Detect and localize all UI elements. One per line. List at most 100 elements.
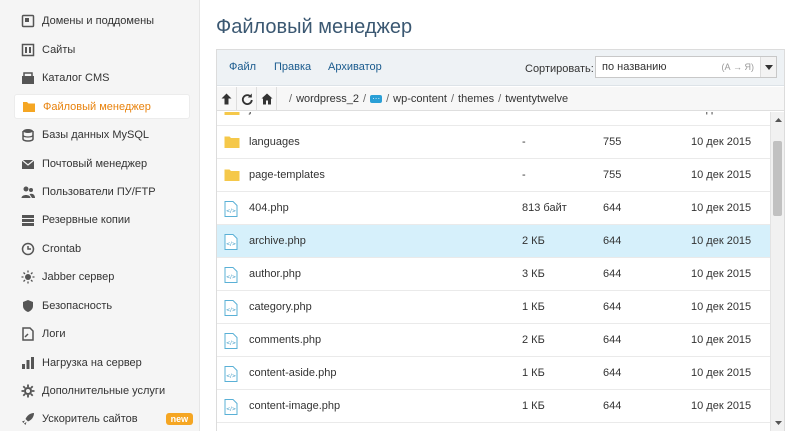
extra-services-icon xyxy=(20,383,35,398)
breadcrumb-wp-content[interactable]: wp-content xyxy=(393,93,447,105)
sidebar-item-label: Jabber сервер xyxy=(42,270,115,283)
sidebar-item-sites[interactable]: Сайты xyxy=(14,37,190,62)
file-row[interactable]: page-templates - 755 10 дек 2015 xyxy=(217,159,770,192)
menu-edit[interactable]: Правка xyxy=(274,61,311,73)
sort-direction-hint: (А → Я) xyxy=(721,62,755,72)
path-bar: / wordpress_2 / ··· / wp-content / theme… xyxy=(217,87,784,111)
breadcrumb-current[interactable]: twentytwelve xyxy=(505,93,568,105)
scroll-up-icon[interactable] xyxy=(771,114,785,126)
file-row[interactable]: </> content-aside.php 1 КБ 644 10 дек 20… xyxy=(217,357,770,390)
toolbar: Файл Правка Архиватор Сортировать: по на… xyxy=(217,50,784,86)
breadcrumb: / wordpress_2 / ··· / wp-content / theme… xyxy=(285,93,568,105)
php-file-icon: </> xyxy=(224,267,240,283)
sidebar-item-extra-services[interactable]: Дополнительные услуги xyxy=(14,378,190,403)
jabber-icon xyxy=(20,269,35,284)
sidebar-item-file-manager[interactable]: Файловый менеджер xyxy=(14,94,190,119)
folder-icon xyxy=(224,135,240,150)
file-permissions: 644 xyxy=(603,202,622,214)
file-row[interactable]: </> content-image.php 1 КБ 644 10 дек 20… xyxy=(217,390,770,423)
users-icon xyxy=(20,184,35,199)
sidebar-item-domains[interactable]: Домены и поддомены xyxy=(14,8,190,33)
vertical-scrollbar[interactable] xyxy=(770,112,784,431)
refresh-icon[interactable] xyxy=(237,87,257,110)
sidebar-item-label: Базы данных MySQL xyxy=(42,128,150,141)
sidebar-item-label: Сайты xyxy=(42,43,76,56)
path-separator: / xyxy=(386,92,390,105)
sidebar-item-security[interactable]: Безопасность xyxy=(14,293,190,318)
file-row[interactable]: </> comments.php 2 КБ 644 10 дек 2015 xyxy=(217,324,770,357)
file-row[interactable]: </> category.php 1 КБ 644 10 дек 2015 xyxy=(217,291,770,324)
file-name: archive.php xyxy=(249,235,306,247)
file-size: 1 КБ xyxy=(522,301,545,313)
folder-icon xyxy=(21,99,36,114)
sidebar-item-cms-catalog[interactable]: Каталог CMS xyxy=(14,65,190,90)
svg-text:</>: </> xyxy=(226,341,236,347)
file-row-selected[interactable]: </> archive.php 2 КБ 644 10 дек 2015 xyxy=(217,225,770,258)
file-permissions: 644 xyxy=(603,400,622,412)
file-list: js - 755 10 дек 2015 languages - 755 10 … xyxy=(217,112,770,431)
breadcrumb-themes[interactable]: themes xyxy=(458,93,494,105)
database-icon xyxy=(20,127,35,142)
sidebar-item-logs[interactable]: Логи xyxy=(14,321,190,346)
sidebar-item-jabber[interactable]: Jabber сервер xyxy=(14,264,190,289)
chart-icon xyxy=(20,355,35,370)
file-size: 2 КБ xyxy=(522,334,545,346)
sort-value: по названию xyxy=(602,61,667,73)
file-permissions: 644 xyxy=(603,301,622,313)
folder-icon xyxy=(224,112,240,117)
file-permissions: 644 xyxy=(603,334,622,346)
sidebar-item-label: Домены и поддомены xyxy=(42,14,155,27)
file-row[interactable]: </> 404.php 813 байт 644 10 дек 2015 xyxy=(217,192,770,225)
sidebar-item-site-accelerator[interactable]: Ускоритель сайтов new xyxy=(14,406,194,431)
file-name: comments.php xyxy=(249,334,322,346)
file-size: - xyxy=(522,169,526,181)
file-permissions: 755 xyxy=(603,136,622,148)
new-badge: new xyxy=(165,412,194,425)
sidebar-item-backups[interactable]: Резервные копии xyxy=(14,207,190,232)
path-separator: / xyxy=(498,92,502,105)
file-permissions: 755 xyxy=(603,112,621,126)
chevron-down-icon[interactable] xyxy=(760,57,776,77)
menu-archiver[interactable]: Архиватор xyxy=(328,61,382,73)
file-name: content-aside.php xyxy=(249,367,337,379)
file-date: 10 дек 2015 xyxy=(691,136,752,148)
file-row[interactable]: </> author.php 3 КБ 644 10 дек 2015 xyxy=(217,258,770,291)
file-name: js xyxy=(249,112,257,126)
sidebar-item-server-load[interactable]: Нагрузка на сервер xyxy=(14,350,190,375)
path-separator: / xyxy=(450,92,455,105)
scrollbar-thumb[interactable] xyxy=(773,141,782,216)
file-permissions: 644 xyxy=(603,268,622,280)
file-name: page-templates xyxy=(249,169,325,181)
sidebar-item-label: Дополнительные услуги xyxy=(42,384,166,397)
file-date: 10 дек 2015 xyxy=(691,169,752,181)
sidebar-item-label: Ускоритель сайтов xyxy=(42,412,138,425)
file-name: author.php xyxy=(249,268,301,280)
sidebar-item-label: Безопасность xyxy=(42,299,113,312)
sidebar-item-crontab[interactable]: Crontab xyxy=(14,236,190,261)
svg-text:</>: </> xyxy=(226,308,236,314)
up-arrow-icon[interactable] xyxy=(217,87,237,110)
svg-text:</>: </> xyxy=(226,242,236,248)
sidebar-item-mail[interactable]: Почтовый менеджер xyxy=(14,151,190,176)
file-row[interactable]: js - 755 10 дек 2015 xyxy=(217,112,770,126)
sort-label: Сортировать: xyxy=(525,63,594,75)
breadcrumb-collapsed[interactable]: ··· xyxy=(370,94,383,103)
file-row[interactable]: languages - 755 10 дек 2015 xyxy=(217,126,770,159)
file-date: 10 дек 2015 xyxy=(691,367,752,379)
sidebar-item-mysql[interactable]: Базы данных MySQL xyxy=(14,122,190,147)
svg-text:</>: </> xyxy=(226,407,236,413)
path-separator: / xyxy=(363,92,367,105)
file-date: 10 дек 2015 xyxy=(691,400,752,412)
php-file-icon: </> xyxy=(224,201,240,217)
sort-select[interactable]: по названию (А → Я) xyxy=(595,56,777,78)
breadcrumb-root[interactable]: wordpress_2 xyxy=(296,93,359,105)
file-size: - xyxy=(522,136,526,148)
menu-file[interactable]: Файл xyxy=(229,61,256,73)
sidebar-item-users[interactable]: Пользователи ПУ/FTP xyxy=(14,179,190,204)
scroll-down-icon[interactable] xyxy=(771,417,785,429)
home-icon[interactable] xyxy=(257,87,277,110)
sidebar-item-label: Файловый менеджер xyxy=(43,100,151,113)
sidebar-item-label: Каталог CMS xyxy=(42,71,110,84)
page-title: Файловый менеджер xyxy=(216,16,413,38)
sidebar-item-label: Резервные копии xyxy=(42,213,131,226)
